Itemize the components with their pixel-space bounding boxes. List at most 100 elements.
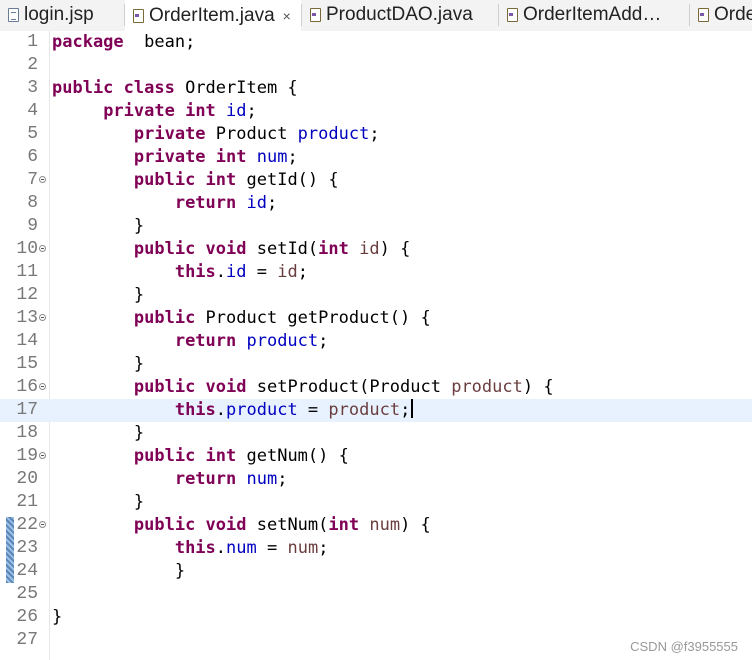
tab-orde[interactable]: Orde — [690, 0, 752, 30]
code-line[interactable]: 7 public int getId() { — [0, 169, 752, 192]
code-token: int — [328, 515, 360, 535]
code-line[interactable]: 24 } — [0, 560, 752, 583]
line-number: 20 — [16, 469, 38, 489]
code-text: return num; — [52, 468, 288, 491]
code-line[interactable]: 16 public void setProduct(Product produc… — [0, 376, 752, 399]
code-line[interactable]: 18 } — [0, 422, 752, 445]
code-token: id — [348, 239, 380, 259]
code-token: int — [318, 239, 349, 259]
code-line[interactable]: 8 return id; — [0, 192, 752, 215]
line-number: 2 — [27, 55, 38, 75]
code-line[interactable]: 22 public void setNum(int num) { — [0, 514, 752, 537]
code-token: public — [133, 170, 196, 190]
code-text: public void setNum(int num) { — [52, 514, 431, 537]
code-line[interactable]: 5 private Product product; — [0, 123, 752, 146]
code-line[interactable]: 3 public class OrderItem { — [0, 77, 752, 100]
line-number: 23 — [16, 538, 38, 558]
code-token: ; — [246, 101, 257, 121]
code-token: . — [215, 538, 227, 558]
tab-label: OrderItem.java — [149, 4, 275, 26]
code-line[interactable]: 23 this.num = num; — [0, 537, 752, 560]
code-line[interactable]: 2 — [0, 54, 752, 77]
tab-label: Orde — [714, 4, 752, 25]
line-number: 21 — [16, 492, 38, 512]
fold-toggle-icon[interactable] — [39, 245, 46, 252]
line-number: 26 — [16, 607, 38, 627]
code-text: } — [52, 284, 144, 307]
code-line[interactable]: 10 public void setId(int id) { — [0, 238, 752, 261]
line-number: 24 — [16, 561, 38, 581]
code-line[interactable]: 17 this.product = product; — [0, 399, 752, 422]
fold-toggle-icon[interactable] — [39, 521, 46, 528]
tab-login-jsp[interactable]: login.jsp — [0, 0, 124, 30]
code-text: public int getNum() { — [52, 445, 349, 468]
code-line[interactable]: 26} — [0, 606, 752, 629]
line-number: 5 — [27, 124, 38, 144]
code-token: product — [226, 400, 298, 420]
code-token: void — [195, 377, 247, 397]
code-line[interactable]: 6 private int num; — [0, 146, 752, 169]
tab-label: ProductDAO.java — [326, 4, 473, 25]
code-token: ; — [266, 193, 278, 213]
line-number: 12 — [16, 285, 38, 305]
code-token: class — [113, 78, 175, 98]
code-token: Product — [205, 124, 298, 144]
code-token: return — [174, 331, 237, 351]
line-number: 10 — [16, 239, 38, 259]
code-text: this.id = id; — [52, 261, 308, 284]
fold-toggle-icon[interactable] — [39, 452, 46, 459]
code-token: . — [215, 400, 227, 420]
code-line[interactable]: 21 } — [0, 491, 752, 514]
line-number: 1 — [27, 32, 38, 52]
code-text: } — [52, 606, 62, 629]
close-tab-icon[interactable]: × — [283, 8, 291, 24]
code-token: num — [359, 515, 401, 535]
code-line[interactable]: 1 package bean; — [0, 31, 752, 54]
fold-toggle-icon[interactable] — [39, 383, 46, 390]
code-token: this — [174, 262, 216, 282]
code-editor[interactable]: 1 package bean; 2 3 public class OrderItem {… — [0, 31, 752, 660]
code-token: public — [133, 239, 196, 259]
line-number: 25 — [16, 584, 38, 604]
code-token: ; — [318, 538, 329, 558]
code-line[interactable]: 12 } — [0, 284, 752, 307]
code-line[interactable]: 9 } — [0, 215, 752, 238]
code-text: } — [52, 560, 185, 583]
line-number: 6 — [27, 147, 38, 167]
code-token: . — [215, 262, 227, 282]
code-line[interactable]: 14 return product; — [0, 330, 752, 353]
code-line[interactable]: 13 public Product getProduct() { — [0, 307, 752, 330]
code-token: ; — [318, 331, 329, 351]
code-token: id — [277, 262, 298, 282]
tab-productdao-java[interactable]: ProductDAO.java — [302, 0, 498, 30]
fold-toggle-icon[interactable] — [39, 176, 46, 183]
code-token: = — [246, 262, 278, 282]
fold-toggle-icon[interactable] — [39, 314, 46, 321]
line-number: 8 — [27, 193, 38, 213]
tab-orderitemadd[interactable]: OrderItemAdd… — [499, 0, 689, 30]
code-token: ) { — [400, 515, 431, 535]
code-token: this — [174, 538, 216, 558]
code-text: } — [52, 215, 144, 238]
code-token: public — [52, 78, 114, 98]
code-token: public — [133, 446, 196, 466]
code-token: num — [246, 147, 288, 167]
code-token: num — [236, 469, 278, 489]
tab-orderitem-java[interactable]: OrderItem.java × — [125, 0, 301, 31]
text-caret — [411, 399, 414, 418]
code-line[interactable]: 15 } — [0, 353, 752, 376]
code-line[interactable]: 20 return num; — [0, 468, 752, 491]
code-line[interactable]: 11 this.id = id; — [0, 261, 752, 284]
code-line[interactable]: 4 private int id; — [0, 100, 752, 123]
code-line[interactable]: 25 — [0, 583, 752, 606]
code-token: } — [52, 492, 145, 512]
code-line[interactable]: 19 public int getNum() { — [0, 445, 752, 468]
